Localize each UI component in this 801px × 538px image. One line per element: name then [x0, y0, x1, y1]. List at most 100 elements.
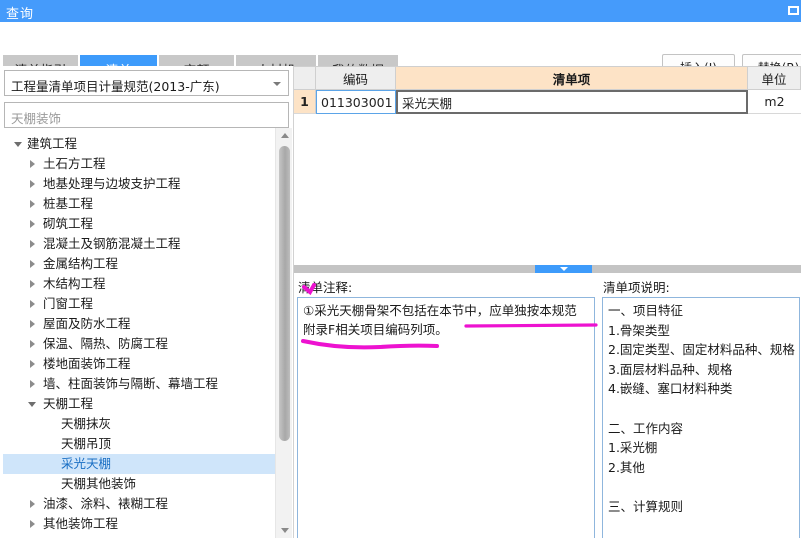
- spec-line: 2.固定类型、固定材料品种、规格: [608, 342, 795, 358]
- scrollbar-thumb[interactable]: [279, 146, 290, 441]
- tree-item-label: 天棚吊顶: [61, 436, 112, 451]
- search-input-value: 天棚装饰: [11, 111, 62, 126]
- tree-item-label: 其他装饰工程: [43, 516, 119, 531]
- tree-item[interactable]: 楼地面装饰工程: [3, 354, 290, 374]
- tree-item[interactable]: 砌筑工程: [3, 214, 290, 234]
- tree-item[interactable]: 保温、隔热、防腐工程: [3, 334, 290, 354]
- tree-item-label: 天棚抹灰: [61, 416, 112, 431]
- chevron-down-icon[interactable]: [25, 394, 39, 414]
- note-text: ①采光天棚骨架不包括在本节中，应单独按本规范附录F相关项目编码列项。: [303, 303, 577, 337]
- chevron-right-icon[interactable]: [25, 374, 39, 394]
- tree-item[interactable]: 采光天棚: [3, 454, 290, 474]
- right-side: 编码 清单项 单位 1 011303001 采光天棚 m2 清单注释: ①采光天…: [293, 66, 801, 538]
- tree-item-label: 采光天棚: [61, 456, 112, 471]
- chevron-down-icon: [559, 267, 568, 271]
- grid-corner-header: [294, 66, 316, 90]
- chapter-tree[interactable]: 建筑工程土石方工程地基处理与边坡支护工程 桩基工程砌筑工程混凝土及钢筋混凝土工程金…: [3, 134, 290, 538]
- standard-select[interactable]: 工程量清单项目计量规范(2013-广东): [4, 70, 289, 96]
- tree-item[interactable]: 其他装饰工程: [3, 514, 290, 534]
- tree-item-label: 建筑工程: [27, 136, 78, 151]
- tree-item[interactable]: 土石方工程: [3, 154, 290, 174]
- spec-pane-body[interactable]: 一、项目特征 1.骨架类型 2.固定类型、固定材料品种、规格 3.面层材料品种、规格 4…: [602, 297, 800, 538]
- spec-pane: 清单项说明: 一、项目特征 1.骨架类型 2.固定类型、固定材料品种、规格 3.面层材…: [599, 273, 801, 538]
- tree-scrollbar[interactable]: [275, 128, 292, 538]
- spec-text: 一、项目特征 1.骨架类型 2.固定类型、固定材料品种、规格 3.面层材料品种、规格 4…: [608, 301, 795, 517]
- chevron-right-icon[interactable]: [25, 174, 39, 194]
- spec-line: 3.面层材料品种、规格: [608, 361, 733, 377]
- tree-item[interactable]: 桩基工程: [3, 194, 290, 214]
- tree-item-label: 保温、隔热、防腐工程: [43, 336, 169, 351]
- spec-line: 二、工作内容: [608, 420, 684, 436]
- tree-item-label: 天棚工程: [43, 396, 94, 411]
- maximize-icon[interactable]: [788, 6, 799, 15]
- tree-item-label: 木结构工程: [43, 276, 106, 291]
- spec-line: 三、计算规则: [608, 498, 684, 514]
- chevron-right-icon[interactable]: [25, 354, 39, 374]
- spec-line: 4.嵌缝、塞口材料种类: [608, 381, 733, 397]
- tree-item-label: 油漆、涂料、裱糊工程: [43, 496, 169, 511]
- tree-item[interactable]: 天棚抹灰: [3, 414, 290, 434]
- tree-item[interactable]: 门窗工程: [3, 294, 290, 314]
- tree-item[interactable]: 金属结构工程: [3, 254, 290, 274]
- column-header-item[interactable]: 清单项: [396, 66, 748, 90]
- standard-select-value: 工程量清单项目计量规范(2013-广东): [11, 79, 220, 94]
- tree-item-label: 砌筑工程: [43, 216, 94, 231]
- tree-item-label: 桩基工程: [43, 196, 94, 211]
- spec-line: [608, 399, 794, 419]
- tree-item-label: 混凝土及钢筋混凝土工程: [43, 236, 181, 251]
- tree-item[interactable]: 天棚工程: [3, 394, 290, 414]
- chevron-right-icon[interactable]: [25, 334, 39, 354]
- tree-item-label: 土石方工程: [43, 156, 106, 171]
- chevron-right-icon[interactable]: [25, 194, 39, 214]
- tree-item[interactable]: 墙、柱面装饰与隔断、幕墙工程: [3, 374, 290, 394]
- left-panel: 工程量清单项目计量规范(2013-广东) 天棚装饰 建筑工程土石方工程地基处理与…: [0, 66, 293, 538]
- tree-item-label: 门窗工程: [43, 296, 94, 311]
- chevron-right-icon[interactable]: [25, 214, 39, 234]
- horizontal-splitter[interactable]: [294, 265, 801, 273]
- chevron-right-icon[interactable]: [25, 154, 39, 174]
- chevron-down-icon: [273, 82, 281, 86]
- search-input[interactable]: 天棚装饰: [4, 102, 289, 128]
- cell-code[interactable]: 011303001: [316, 90, 396, 114]
- tree-item[interactable]: 建筑工程: [3, 134, 290, 154]
- chevron-right-icon[interactable]: [25, 274, 39, 294]
- tab-strip: 清单指引 清单 定额 人材机 我的数据 插入(I) 替换(R): [0, 22, 801, 83]
- chevron-right-icon[interactable]: [25, 234, 39, 254]
- spec-line: 2.其他: [608, 459, 645, 475]
- chevron-right-icon[interactable]: [25, 314, 39, 334]
- spec-line: [608, 477, 794, 497]
- tree-item[interactable]: 天棚吊顶: [3, 434, 290, 454]
- tree-item[interactable]: 地基处理与边坡支护工程: [3, 174, 290, 194]
- tree-item-label: 地基处理与边坡支护工程: [43, 176, 181, 191]
- tree-item-label: 墙、柱面装饰与隔断、幕墙工程: [43, 376, 219, 391]
- tree-item-label: 金属结构工程: [43, 256, 119, 271]
- splitter-grip[interactable]: [535, 265, 592, 273]
- cell-item[interactable]: 采光天棚: [396, 90, 748, 114]
- tree-item[interactable]: 油漆、涂料、裱糊工程: [3, 494, 290, 514]
- chevron-down-icon[interactable]: [11, 134, 25, 154]
- scroll-up-arrow-icon[interactable]: [276, 128, 293, 143]
- tree-item[interactable]: 天棚其他装饰: [3, 474, 290, 494]
- tree-item[interactable]: 木结构工程: [3, 274, 290, 294]
- tree-item-label: 天棚其他装饰: [61, 476, 137, 491]
- chevron-right-icon[interactable]: [25, 254, 39, 274]
- chevron-right-icon[interactable]: [25, 494, 39, 514]
- result-grid: 编码 清单项 单位 1 011303001 采光天棚 m2: [294, 66, 801, 260]
- title-bar: 查询: [0, 0, 801, 22]
- column-header-unit[interactable]: 单位: [748, 66, 801, 90]
- tree-item-label: 楼地面装饰工程: [43, 356, 131, 371]
- tree-item[interactable]: 混凝土及钢筋混凝土工程: [3, 234, 290, 254]
- note-pane: 清单注释: ①采光天棚骨架不包括在本节中，应单独按本规范附录F相关项目编码列项。: [294, 273, 597, 538]
- tree-item[interactable]: 屋面及防水工程: [3, 314, 290, 334]
- spec-line: 1.采光棚: [608, 440, 658, 456]
- chevron-right-icon[interactable]: [25, 514, 39, 534]
- tree-item-label: 屋面及防水工程: [43, 316, 131, 331]
- scroll-down-arrow-icon[interactable]: [276, 523, 293, 538]
- window-title: 查询: [6, 7, 35, 22]
- column-header-code[interactable]: 编码: [316, 66, 396, 90]
- query-window: 查询 清单指引 清单 定额 人材机 我的数据 插入(I) 替换(R) 工程量清单…: [0, 0, 801, 538]
- row-number: 1: [294, 90, 316, 114]
- note-pane-body[interactable]: ①采光天棚骨架不包括在本节中，应单独按本规范附录F相关项目编码列项。: [297, 297, 595, 538]
- cell-unit: m2: [748, 90, 801, 114]
- chevron-right-icon[interactable]: [25, 294, 39, 314]
